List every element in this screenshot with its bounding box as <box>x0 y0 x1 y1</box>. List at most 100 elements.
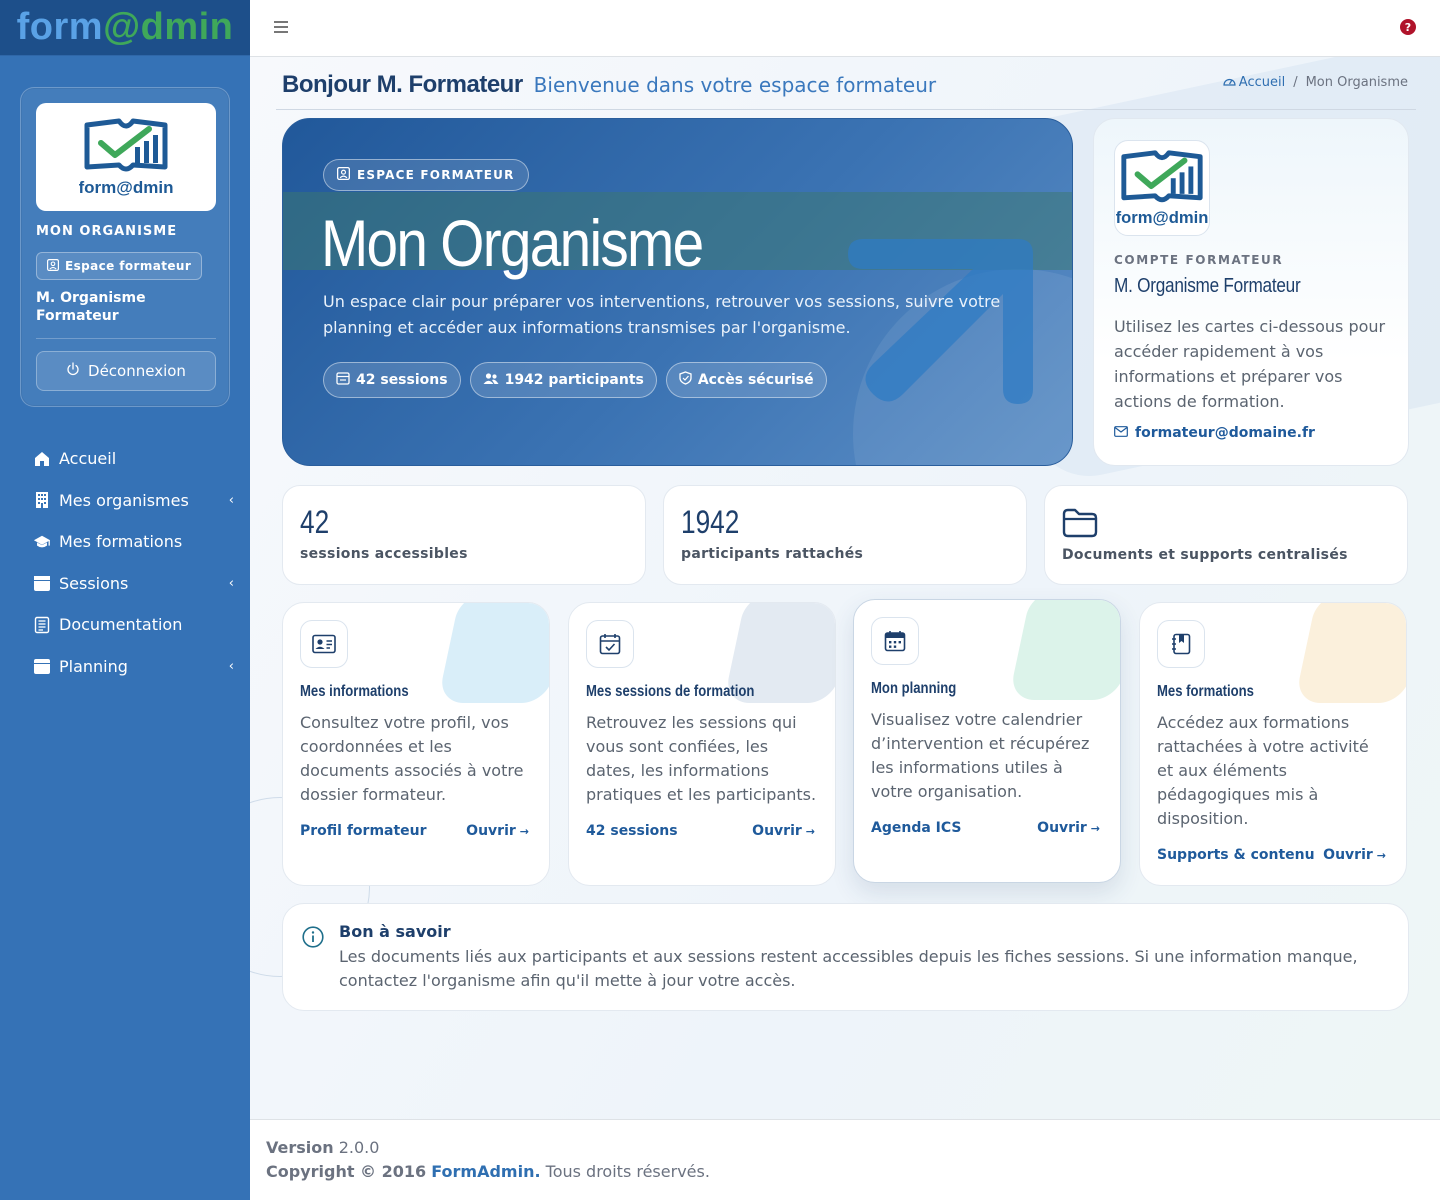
card-link[interactable]: Agenda ICS <box>871 820 962 836</box>
breadcrumb-home-link[interactable]: Accueil <box>1223 75 1285 90</box>
shield-icon <box>679 371 692 389</box>
hero-description: Un espace clair pour préparer vos interv… <box>323 292 1001 337</box>
card-title: Mes formations <box>1157 683 1254 700</box>
organisation-logo: form@dmin <box>1114 140 1210 236</box>
account-label: COMPTE FORMATEUR <box>1114 253 1284 267</box>
help-icon[interactable]: ? <box>1400 19 1416 35</box>
sidebar-item-mes-organismes[interactable]: Mes organismes ‹ <box>0 480 250 522</box>
security-chip: Accès sécurisé <box>665 362 827 398</box>
sidebar-item-label: Planning <box>59 656 128 676</box>
open-label: Ouvrir <box>1323 847 1373 863</box>
version-line: Version 2.0.0 <box>266 1138 379 1157</box>
card-link[interactable]: Profil formateur <box>300 823 427 839</box>
dashboard-icon <box>1223 75 1236 90</box>
card-title: Mes sessions de formation <box>586 683 755 700</box>
user-card: form@dmin MON ORGANISME Espace formateur… <box>20 87 230 407</box>
open-label: Ouvrir <box>1037 820 1087 836</box>
user-square-icon <box>337 167 351 183</box>
book-icon <box>1157 620 1205 668</box>
envelope-icon <box>1114 425 1128 441</box>
hero-title: Mon Organisme <box>321 206 704 280</box>
sidebar-item-label: Documentation <box>59 615 183 635</box>
title-divider <box>276 109 1416 110</box>
sidebar-item-label: Accueil <box>59 449 117 469</box>
card-description: Retrouvez les sessions qui vous sont con… <box>586 713 817 804</box>
card-decoration <box>1294 603 1406 703</box>
sidebar-item-accueil[interactable]: Accueil <box>0 438 250 480</box>
hero-banner: ESPACE FORMATEUR Mon Organisme Un espace… <box>282 118 1073 466</box>
card-decoration <box>1008 600 1120 700</box>
organisation-logo-text: form@dmin <box>1116 208 1208 227</box>
arrow-right-icon: → <box>805 824 815 838</box>
open-label: Ouvrir <box>466 823 516 839</box>
info-title: Bon à savoir <box>339 922 451 941</box>
sidebar-item-label: Mes organismes <box>59 490 189 510</box>
breadcrumb-home-label: Accueil <box>1238 75 1286 90</box>
chevron-left-icon: ‹ <box>228 658 234 674</box>
open-link[interactable]: Ouvrir → <box>1037 820 1100 836</box>
feature-card-mes-sessions[interactable]: Mes sessions de formation Retrouvez les … <box>568 602 836 886</box>
stat-label: Documents et supports centralisés <box>1062 547 1348 563</box>
sidebar-nav: Accueil Mes organismes ‹ Mes formations … <box>0 438 250 687</box>
power-icon <box>66 362 80 380</box>
space-badge-label: Espace formateur <box>65 259 192 273</box>
stat-value: 42 <box>300 504 330 540</box>
sidebar-item-planning[interactable]: Planning ‹ <box>0 646 250 688</box>
sidebar-item-label: Mes formations <box>59 532 183 552</box>
greeting: Bonjour M. Formateur <box>282 71 523 98</box>
email-address: formateur@domaine.fr <box>1135 425 1315 441</box>
card-title: Mon planning <box>871 680 957 697</box>
calendar-icon <box>33 574 51 592</box>
info-circle-icon <box>302 926 324 952</box>
stat-card-participants: 1942 participants rattachés <box>663 485 1027 585</box>
breadcrumb-current: Mon Organisme <box>1305 75 1408 90</box>
open-label: Ouvrir <box>752 823 802 839</box>
email-link[interactable]: formateur@domaine.fr <box>1114 425 1315 441</box>
card-description: Visualisez votre calendrier d’interventi… <box>871 710 1090 801</box>
page-subtitle: Bienvenue dans votre espace formateur <box>533 73 937 97</box>
logout-button[interactable]: Déconnexion <box>36 351 216 391</box>
version-number: 2.0.0 <box>338 1138 380 1157</box>
brand-logo[interactable]: form @dmin <box>0 0 250 56</box>
company-link[interactable]: FormAdmin. <box>431 1162 540 1181</box>
card-description: Consultez votre profil, vos coordonnées … <box>300 713 524 804</box>
folder-icon <box>1062 508 1098 542</box>
breadcrumb-separator: / <box>1293 75 1298 90</box>
hero-chips: 42 sessions 1942 participants Accès sécu… <box>323 362 827 398</box>
sidebar-item-mes-formations[interactable]: Mes formations <box>0 521 250 563</box>
id-card-icon <box>300 620 348 668</box>
stat-card-sessions: 42 sessions accessibles <box>282 485 646 585</box>
arrow-right-icon: → <box>1090 821 1100 835</box>
arrow-right-icon: → <box>1376 848 1386 862</box>
feature-card-mon-planning[interactable]: Mon planning Visualisez votre calendrier… <box>853 599 1121 883</box>
chip-label: 1942 participants <box>504 372 644 388</box>
hero-badge: ESPACE FORMATEUR <box>323 159 529 191</box>
sidebar-item-label: Sessions <box>59 573 129 593</box>
feature-card-mes-informations[interactable]: Mes informations Consultez votre profil,… <box>282 602 550 886</box>
open-link[interactable]: Ouvrir → <box>752 823 815 839</box>
sidebar-item-sessions[interactable]: Sessions ‹ <box>0 563 250 605</box>
open-link[interactable]: Ouvrir → <box>466 823 529 839</box>
card-link[interactable]: 42 sessions <box>586 823 678 839</box>
organisation-logo: form@dmin <box>36 103 216 211</box>
user-name: M. Organisme Formateur <box>36 290 146 324</box>
card-link[interactable]: Supports & contenu <box>1157 847 1315 863</box>
brand-text-part2: @dmin <box>103 6 234 48</box>
open-link[interactable]: Ouvrir → <box>1323 847 1386 863</box>
trainer-account-card: form@dmin COMPTE FORMATEUR M. Organisme … <box>1093 118 1409 466</box>
sessions-chip: 42 sessions <box>323 362 461 398</box>
sidebar: form @dmin form@dmin MON ORGANISME Espace… <box>0 0 250 1200</box>
copyright-text: Copyright © 2016 <box>266 1162 427 1181</box>
calendar-icon <box>33 657 51 675</box>
menu-toggle-icon[interactable] <box>272 18 290 36</box>
calendar-icon <box>336 371 350 389</box>
participants-chip: 1942 participants <box>469 362 657 398</box>
chip-label: 42 sessions <box>356 372 448 388</box>
version-label: Version <box>266 1138 334 1157</box>
document-icon <box>33 616 51 634</box>
feature-card-mes-formations[interactable]: Mes formations Accédez aux formations ra… <box>1139 602 1407 886</box>
chevron-left-icon: ‹ <box>228 575 234 591</box>
sidebar-item-documentation[interactable]: Documentation <box>0 604 250 646</box>
card-description: Accédez aux formations rattachées à votr… <box>1157 713 1369 828</box>
graduation-cap-icon <box>33 533 51 551</box>
